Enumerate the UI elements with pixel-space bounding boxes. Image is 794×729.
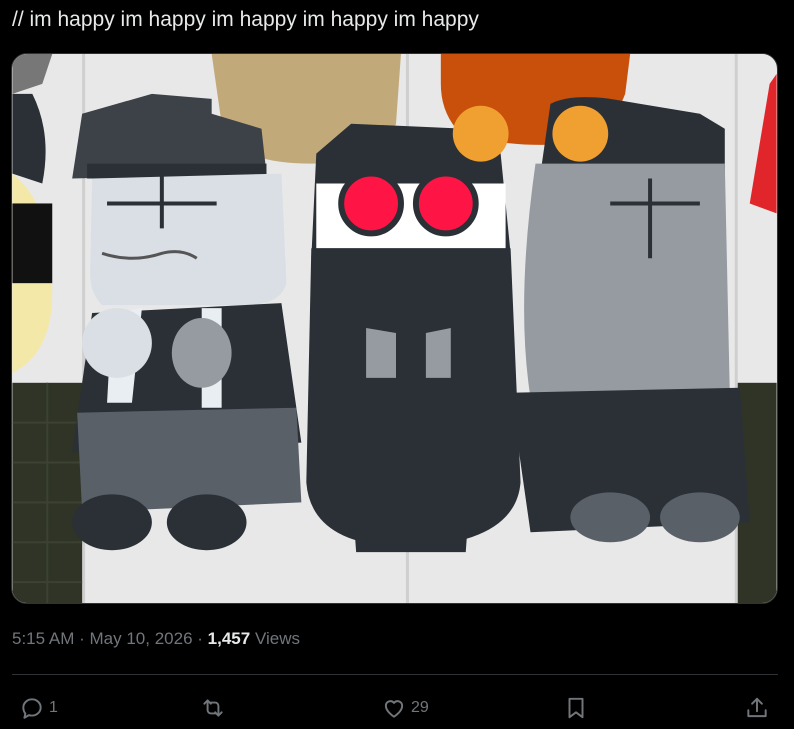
post-date[interactable]: May 10, 2026 bbox=[90, 629, 193, 648]
repost-button[interactable] bbox=[200, 688, 226, 728]
views-label: Views bbox=[254, 629, 300, 648]
bookmark-button[interactable] bbox=[563, 688, 589, 728]
post-detail: // im happy im happy im happy im happy i… bbox=[0, 0, 794, 729]
like-count: 29 bbox=[411, 699, 429, 716]
heart-icon bbox=[381, 695, 407, 721]
cartoon-illustration bbox=[12, 54, 777, 603]
meta-separator: · bbox=[197, 629, 203, 648]
bookmark-icon bbox=[563, 695, 589, 721]
post-text: // im happy im happy im happy im happy i… bbox=[12, 8, 479, 31]
share-icon bbox=[744, 695, 770, 721]
post-media-image[interactable] bbox=[11, 53, 778, 604]
divider bbox=[12, 674, 778, 675]
views-count: 1,457 bbox=[207, 629, 251, 648]
like-button[interactable]: 29 bbox=[381, 688, 429, 728]
share-button[interactable] bbox=[744, 688, 770, 728]
reply-count: 1 bbox=[49, 699, 58, 716]
action-bar: 1 29 bbox=[0, 688, 794, 728]
reply-button[interactable]: 1 bbox=[19, 688, 58, 728]
meta-separator: · bbox=[79, 629, 85, 648]
reply-icon bbox=[19, 695, 45, 721]
post-meta: 5:15 AM · May 10, 2026 · 1,457 Views bbox=[12, 627, 300, 651]
post-time[interactable]: 5:15 AM bbox=[12, 629, 74, 648]
repost-icon bbox=[200, 695, 226, 721]
